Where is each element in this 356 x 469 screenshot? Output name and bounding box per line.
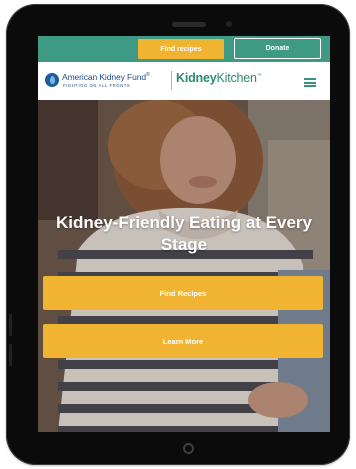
kk-trademark: ™ bbox=[256, 72, 262, 79]
kk-logo-kidney: Kidney bbox=[176, 71, 217, 85]
akf-tagline: FIGHTING ON ALL FRONTS bbox=[63, 83, 131, 88]
camera-icon bbox=[226, 21, 232, 27]
akf-name-text: American Kidney Fund bbox=[62, 72, 146, 82]
volume-down-button bbox=[9, 344, 12, 366]
device-screen: Find recipes Donate American Kidney Fund… bbox=[38, 36, 330, 432]
logo-divider bbox=[171, 71, 172, 90]
hero-title: Kidney-Friendly Eating at Every Stage bbox=[55, 213, 312, 254]
find-recipes-top-button[interactable]: Find recipes bbox=[138, 39, 224, 59]
kk-logo-kitchen: Kitchen bbox=[216, 71, 257, 85]
akf-logo-name[interactable]: American Kidney Fund® bbox=[62, 72, 150, 82]
hero-section: Kidney-Friendly Eating at Every Stage Fi… bbox=[38, 100, 330, 432]
top-utility-bar: Find recipes Donate bbox=[38, 36, 330, 62]
site-navbar: American Kidney Fund® FIGHTING ON ALL FR… bbox=[38, 62, 330, 100]
hamburger-menu-icon[interactable] bbox=[304, 78, 316, 87]
home-button[interactable] bbox=[183, 443, 194, 454]
learn-more-button[interactable]: Learn More bbox=[43, 324, 323, 358]
akf-logo-icon[interactable] bbox=[45, 73, 59, 87]
akf-trademark: ® bbox=[146, 72, 150, 79]
speaker-grille bbox=[172, 22, 206, 27]
hero-overlay bbox=[38, 100, 330, 432]
volume-up-button bbox=[9, 314, 12, 336]
find-recipes-hero-button[interactable]: Find Recipes bbox=[43, 276, 323, 310]
donate-button[interactable]: Donate bbox=[234, 38, 321, 59]
kidney-kitchen-logo[interactable]: KidneyKitchen™ bbox=[176, 71, 262, 85]
